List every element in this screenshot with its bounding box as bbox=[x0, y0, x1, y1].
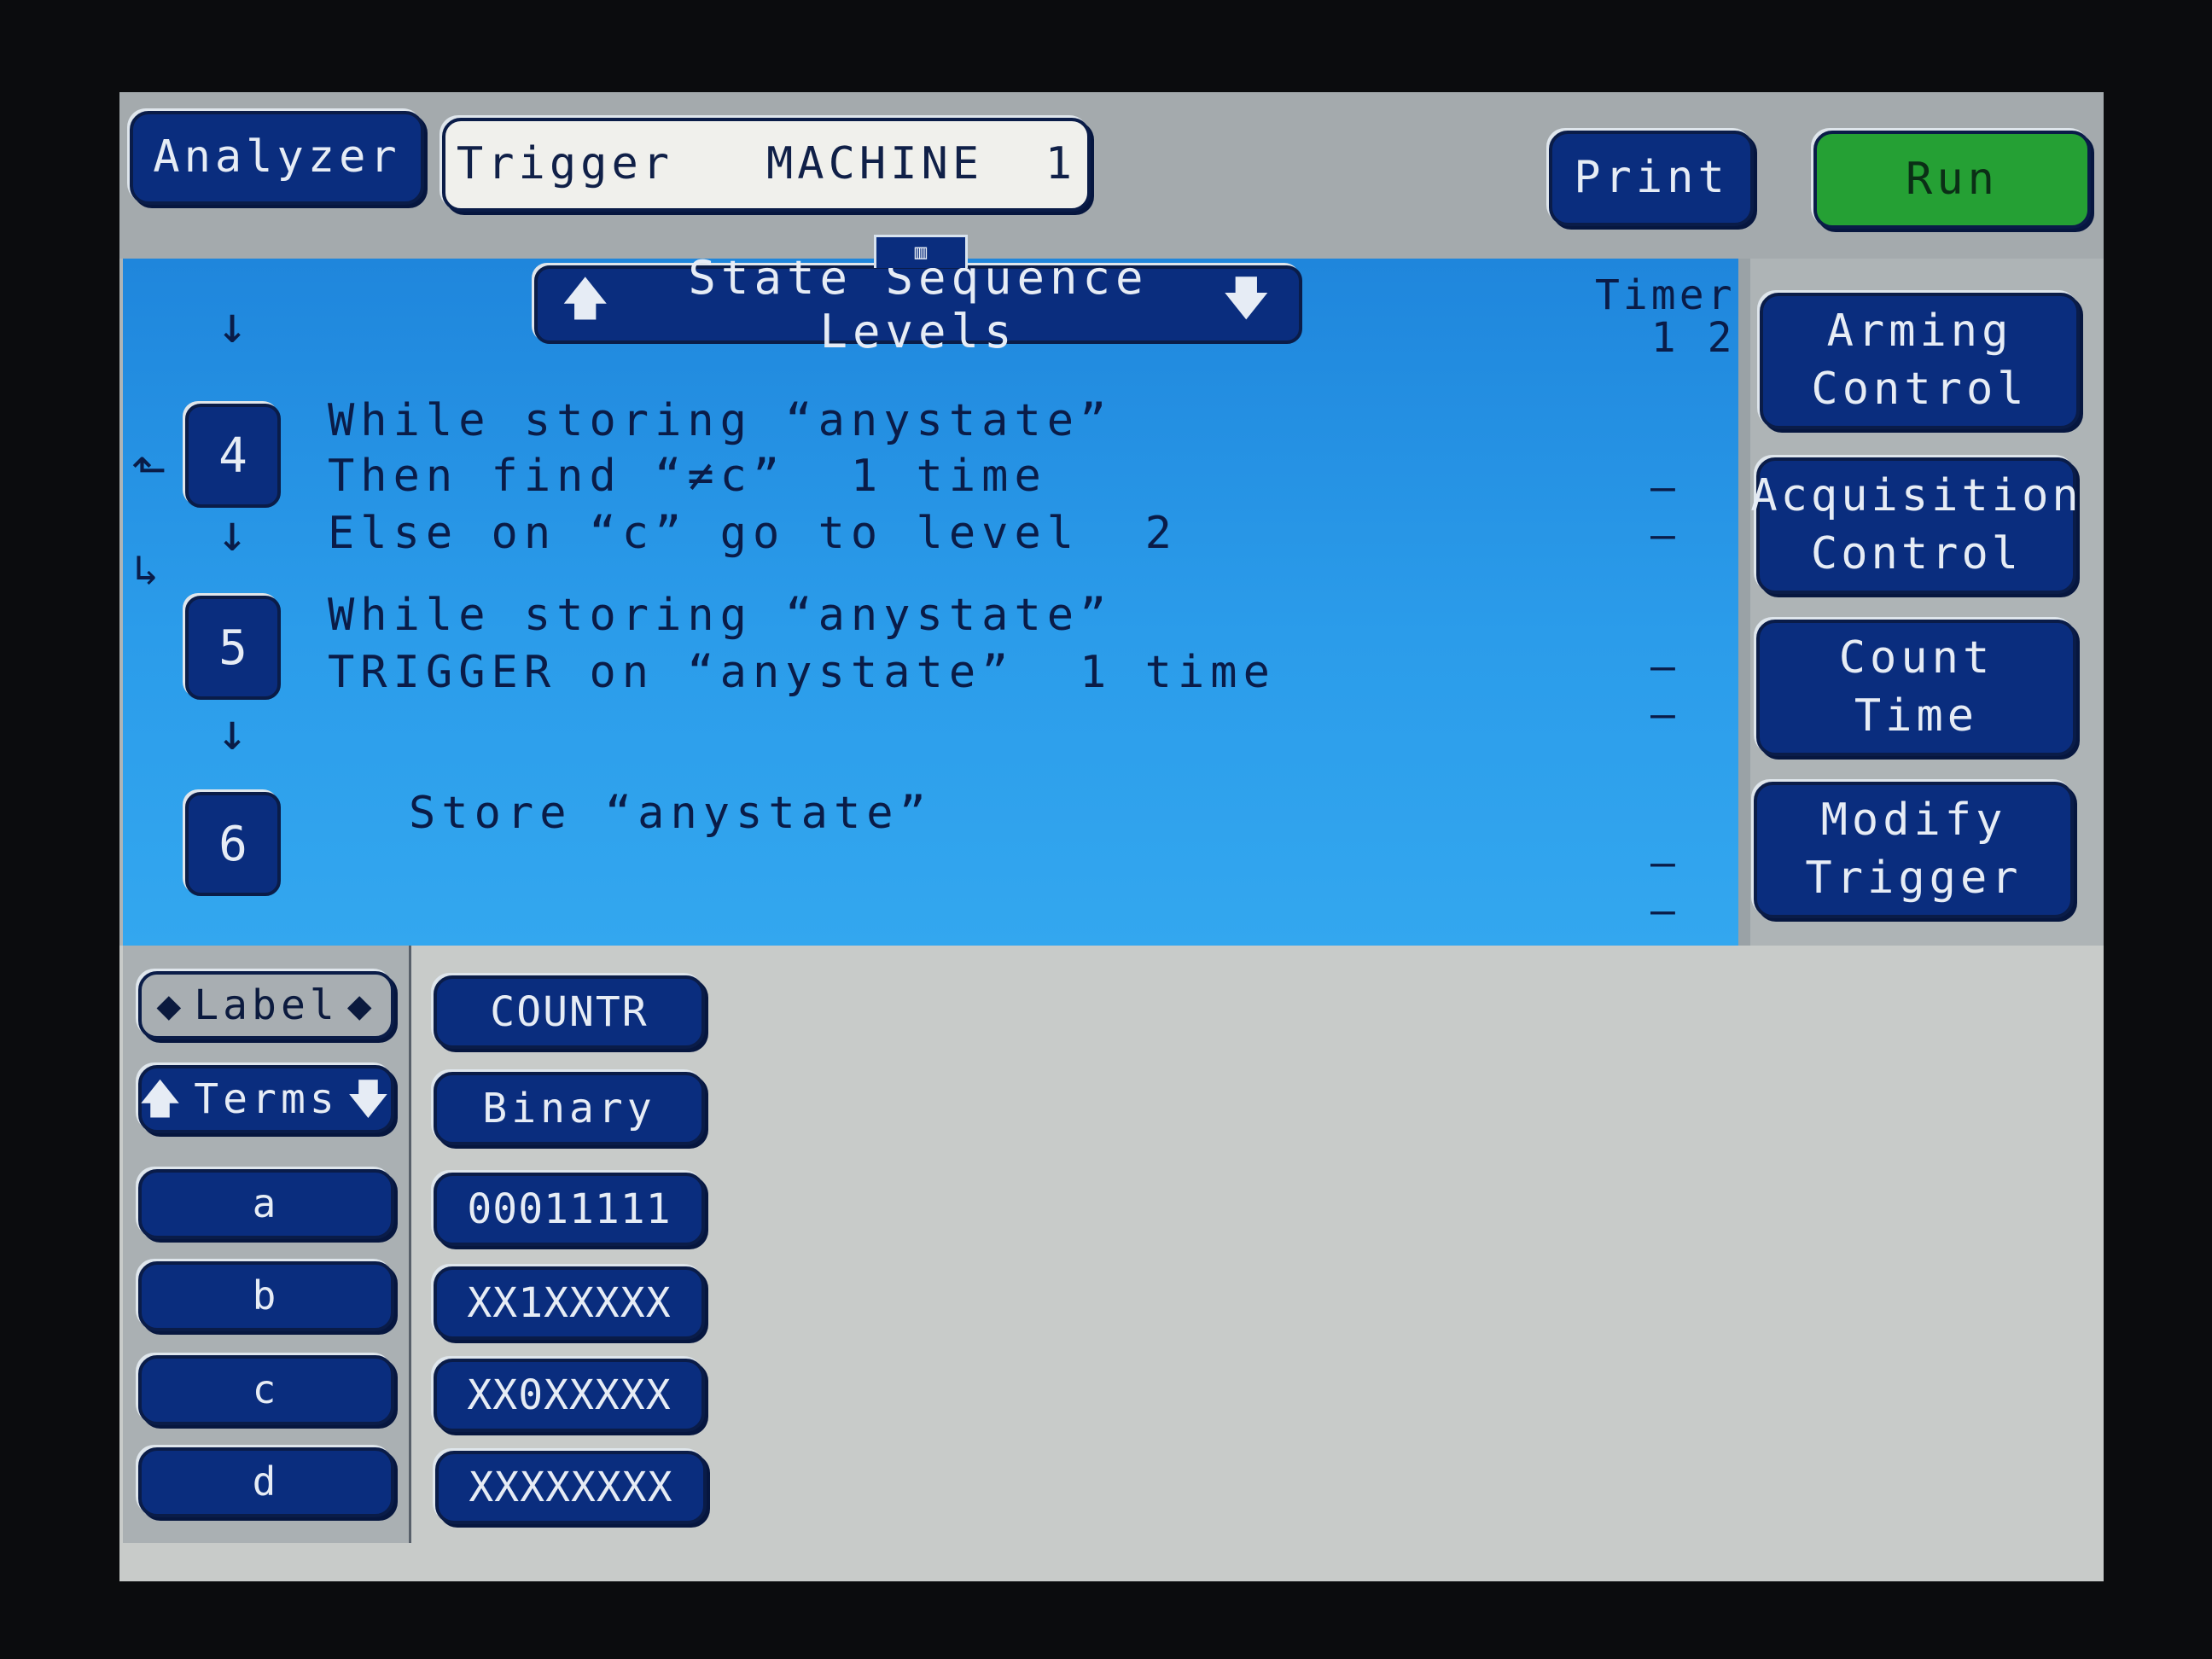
branch-arrow-icon: ↳ bbox=[133, 545, 160, 595]
term-a-value-text: 00011111 bbox=[467, 1185, 672, 1233]
run-button-label: Run bbox=[1906, 153, 1999, 205]
sequence-panel: 🡅 State Sequence Levels 🡇 ▥ Timer 1 2 ↓ … bbox=[123, 235, 1738, 946]
level-5-timer: – – bbox=[1650, 643, 1687, 738]
term-d-button[interactable]: d bbox=[138, 1447, 394, 1517]
level-6-timer: – – bbox=[1650, 839, 1687, 934]
modify-trigger-line-2: Trigger bbox=[1805, 853, 2023, 904]
terms-area bbox=[119, 946, 2104, 1581]
analyzer-screen: Analyzer Trigger MACHINE 1 Print Run 🡅 S… bbox=[119, 92, 2104, 1581]
term-b-value[interactable]: XX1XXXXX bbox=[434, 1266, 705, 1340]
analyzer-button-label: Analyzer bbox=[153, 131, 401, 183]
analyzer-button[interactable]: Analyzer bbox=[130, 111, 424, 205]
term-c-name: c bbox=[252, 1366, 281, 1413]
level-6-number: 6 bbox=[218, 816, 247, 872]
label-selector-text: Label bbox=[194, 981, 339, 1029]
arming-control-line-2: Control bbox=[1811, 364, 2029, 415]
acquisition-control-button[interactable]: Acquisition Control bbox=[1750, 457, 2079, 594]
label-left-arrow-icon: ◆ bbox=[156, 981, 186, 1029]
scroll-down-icon: 🡇 bbox=[1222, 271, 1275, 325]
level-5-line-2[interactable]: TRIGGER on “anystate” 1 time bbox=[328, 647, 1276, 698]
count-time-line-1: Count bbox=[1838, 632, 1994, 684]
timer-label: Timer bbox=[1595, 271, 1736, 319]
arming-control-button[interactable]: Arming Control bbox=[1760, 293, 2080, 429]
timer-heading: Timer 1 2 bbox=[1595, 274, 1736, 360]
arming-control-line-1: Arming bbox=[1826, 306, 2013, 358]
term-c-value-text: XX0XXXXX bbox=[467, 1371, 672, 1419]
term-b-value-text: XX1XXXXX bbox=[467, 1278, 672, 1327]
modify-trigger-button[interactable]: Modify Trigger bbox=[1754, 782, 2074, 918]
terms-down-arrow-icon: 🡇 bbox=[346, 1074, 394, 1123]
term-c-button[interactable]: c bbox=[138, 1355, 394, 1425]
level-5-line-1[interactable]: While storing “anystate” bbox=[328, 590, 1112, 641]
state-sequence-levels-header[interactable]: 🡅 State Sequence Levels 🡇 bbox=[534, 251, 1302, 358]
term-d-name: d bbox=[252, 1458, 281, 1505]
term-b-name: b bbox=[252, 1272, 281, 1319]
term-a-button[interactable]: a bbox=[138, 1169, 394, 1239]
level-6-line-1[interactable]: Store “anystate” bbox=[409, 788, 932, 839]
print-button[interactable]: Print bbox=[1549, 131, 1754, 226]
terms-selector-text: Terms bbox=[194, 1074, 339, 1123]
loop-back-arrow-icon: ⬑ bbox=[131, 445, 167, 494]
term-a-value[interactable]: 00011111 bbox=[434, 1173, 705, 1246]
acquisition-control-line-1: Acquisition bbox=[1750, 470, 2082, 522]
term-b-button[interactable]: b bbox=[138, 1261, 394, 1331]
run-button[interactable]: Run bbox=[1813, 131, 2091, 229]
term-a-name: a bbox=[252, 1180, 281, 1227]
level-5-number: 5 bbox=[218, 620, 247, 676]
trigger-machine-button[interactable]: Trigger MACHINE 1 bbox=[442, 118, 1091, 212]
tab-marker-icon: ▥ bbox=[874, 235, 968, 268]
timer-columns: 1 2 bbox=[1650, 314, 1736, 363]
count-time-button[interactable]: Count Time bbox=[1756, 620, 2076, 756]
flow-down-arrow-icon: ↓ bbox=[217, 504, 248, 563]
label-value-text: COUNTR bbox=[490, 987, 649, 1036]
trigger-machine-label: Trigger MACHINE 1 bbox=[456, 138, 1077, 190]
terms-up-arrow-icon: 🡅 bbox=[138, 1074, 186, 1123]
side-menu-divider bbox=[1738, 259, 1750, 946]
flow-down-arrow-icon: ↓ bbox=[217, 295, 248, 355]
level-4-box[interactable]: 4 bbox=[185, 404, 281, 508]
level-4-number: 4 bbox=[218, 428, 247, 484]
level-4-line-1[interactable]: While storing “anystate” bbox=[328, 395, 1112, 446]
term-c-value[interactable]: XX0XXXXX bbox=[434, 1359, 705, 1432]
term-d-value[interactable]: XXXXXXXX bbox=[435, 1451, 707, 1524]
terms-selector[interactable]: 🡅 Terms 🡇 bbox=[138, 1065, 394, 1133]
flow-down-arrow-icon: ↓ bbox=[217, 702, 248, 762]
base-value-text: Binary bbox=[482, 1084, 656, 1132]
term-d-value-text: XXXXXXXX bbox=[469, 1463, 673, 1511]
base-value-button[interactable]: Binary bbox=[434, 1072, 705, 1145]
modify-trigger-line-1: Modify bbox=[1820, 795, 2007, 847]
level-5-box[interactable]: 5 bbox=[185, 596, 281, 700]
acquisition-control-line-2: Control bbox=[1810, 528, 2023, 579]
count-time-line-2: Time bbox=[1854, 690, 1979, 742]
level-4-timer: – – bbox=[1650, 463, 1687, 559]
label-value-button[interactable]: COUNTR bbox=[434, 975, 705, 1049]
label-selector[interactable]: ◆ Label ◆ bbox=[138, 971, 394, 1039]
scroll-up-icon: 🡅 bbox=[562, 271, 614, 325]
level-4-line-3[interactable]: Else on “c” go to level 2 bbox=[328, 508, 1178, 559]
level-6-box[interactable]: 6 bbox=[185, 792, 281, 896]
print-button-label: Print bbox=[1574, 152, 1729, 204]
level-4-line-2[interactable]: Then find “≠c” 1 time bbox=[328, 451, 1047, 502]
label-right-arrow-icon: ◆ bbox=[346, 981, 376, 1029]
